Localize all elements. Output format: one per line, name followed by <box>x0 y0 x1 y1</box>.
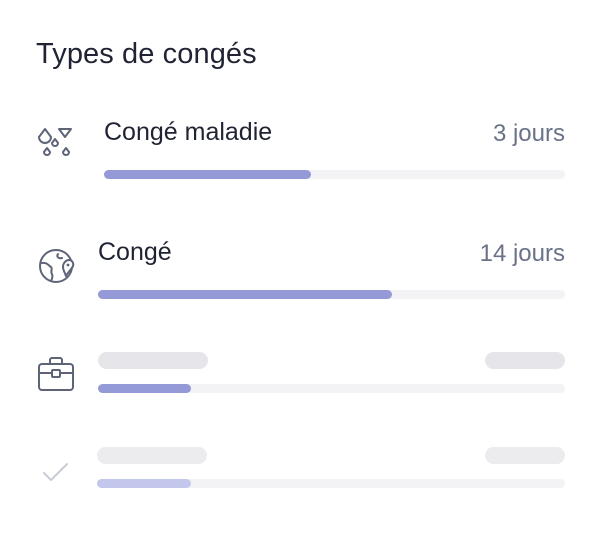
panel-title: Types de congés <box>36 38 257 70</box>
leave-type-label: Congé <box>98 238 172 266</box>
progress-fill <box>98 290 393 299</box>
value-skeleton <box>485 352 565 369</box>
progress-track <box>104 170 565 179</box>
progress-fill <box>98 384 192 393</box>
leave-type-value: 3 jours <box>492 120 565 147</box>
progress-track <box>97 479 565 488</box>
progress-fill <box>104 170 312 179</box>
progress-track <box>98 290 565 299</box>
drops-icon <box>36 126 76 166</box>
label-skeleton <box>98 352 208 369</box>
progress-track <box>98 384 565 393</box>
label-skeleton <box>97 447 207 464</box>
briefcase-icon <box>36 354 76 394</box>
leave-type-label: Congé maladie <box>104 118 273 146</box>
leave-type-value: 14 jours <box>479 240 565 267</box>
progress-fill <box>97 479 191 488</box>
check-icon <box>36 452 76 492</box>
globe-icon <box>36 246 76 286</box>
value-skeleton <box>485 447 565 464</box>
